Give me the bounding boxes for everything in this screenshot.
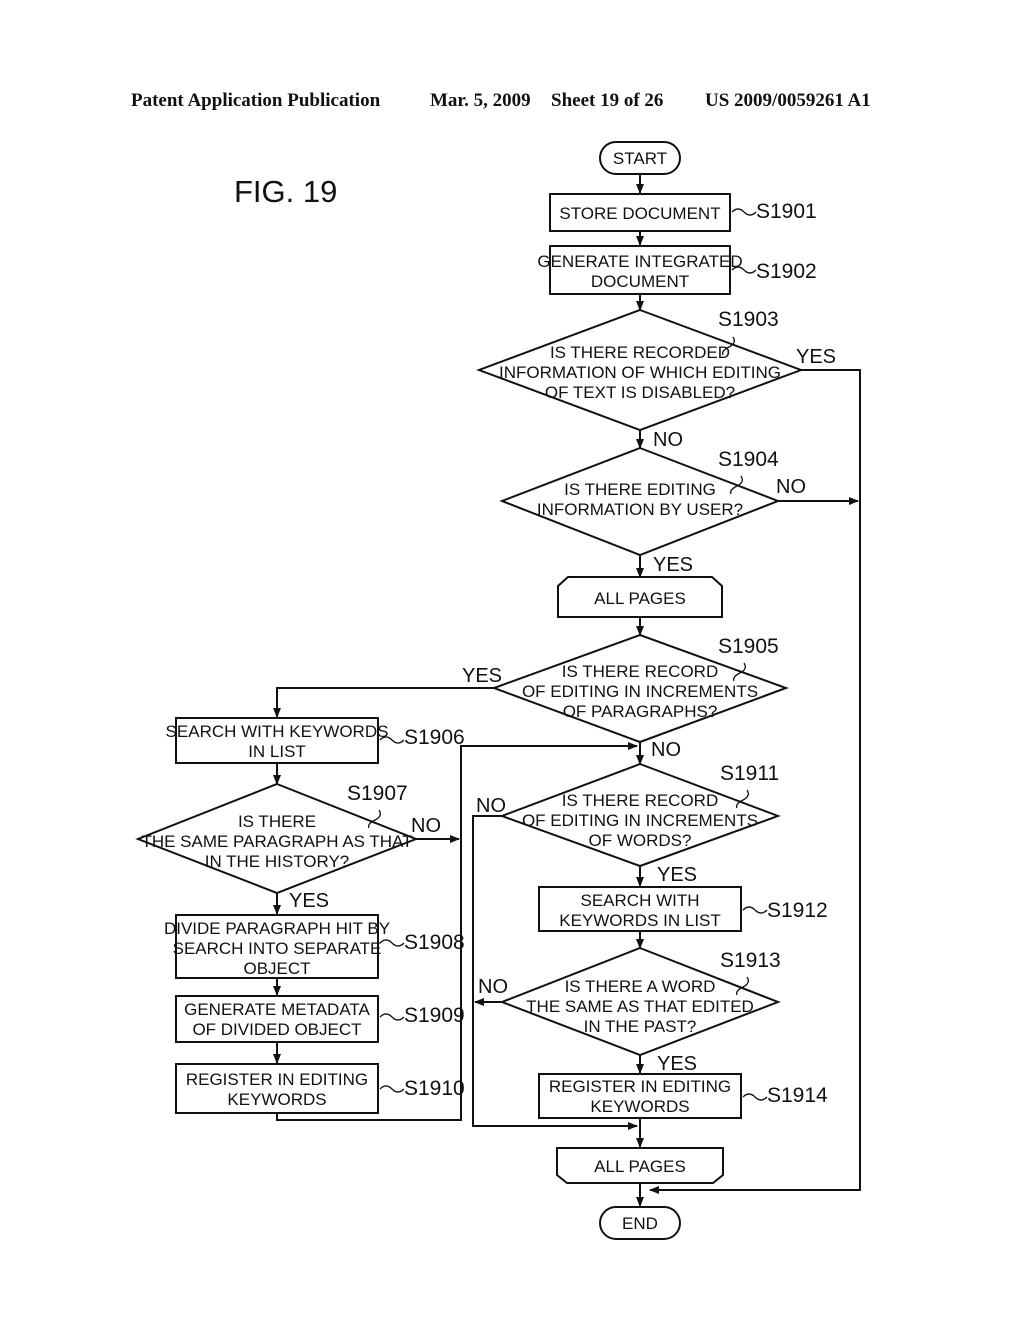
- s1901-text: STORE DOCUMENT: [559, 204, 720, 223]
- branch-s1903-no: NO: [653, 429, 683, 451]
- branch-s1904-no: NO: [776, 476, 806, 498]
- leader-s1910: [379, 1085, 405, 1093]
- leader-s1908: [379, 939, 405, 947]
- branch-s1904-yes: YES: [653, 554, 693, 576]
- step-label-s1908: S1908: [404, 931, 465, 954]
- branch-s1911-no: NO: [476, 795, 506, 817]
- branch-s1903-yes: YES: [796, 346, 836, 368]
- step-label-s1909: S1909: [404, 1004, 465, 1027]
- branch-s1907-yes: YES: [289, 890, 329, 912]
- step-label-s1911: S1911: [720, 762, 779, 785]
- step-label-s1912: S1912: [767, 899, 828, 922]
- flowchart: START STORE DOCUMENT GENERATE INTEGRATED…: [135, 141, 861, 1240]
- loop-start-text: ALL PAGES: [594, 589, 686, 608]
- step-label-s1901: S1901: [756, 200, 817, 223]
- step-label-s1910: S1910: [404, 1077, 465, 1100]
- branch-s1905-yes: YES: [462, 665, 502, 687]
- leader-s1912: [742, 906, 768, 914]
- branch-s1913-no: NO: [478, 976, 508, 998]
- leader-s1914: [742, 1093, 768, 1101]
- edge-s1905-yes: [273, 687, 494, 718]
- step-label-s1902: S1902: [756, 260, 817, 283]
- step-label-s1905: S1905: [718, 635, 779, 658]
- branch-s1905-no: NO: [651, 739, 681, 761]
- branch-s1913-yes: YES: [657, 1053, 697, 1075]
- step-label-s1913: S1913: [720, 949, 781, 972]
- step-label-s1907: S1907: [347, 782, 408, 805]
- step-label-s1903: S1903: [718, 308, 779, 331]
- loop-end-text: ALL PAGES: [594, 1157, 686, 1176]
- branch-s1911-yes: YES: [657, 864, 697, 886]
- s1904-text: IS THERE EDITING INFORMATION BY USER?: [537, 480, 743, 519]
- branch-s1907-no: NO: [411, 815, 441, 837]
- step-label-s1904: S1904: [718, 448, 779, 471]
- leader-s1909: [379, 1013, 405, 1021]
- start-text: START: [613, 149, 667, 168]
- s1909-text: GENERATE METADATA OF DIVIDED OBJECT: [184, 1000, 370, 1039]
- step-label-s1906: S1906: [404, 726, 465, 749]
- s1912-text: SEARCH WITH KEYWORDS IN LIST: [559, 891, 721, 930]
- step-label-s1914: S1914: [767, 1084, 828, 1107]
- leader-s1901: [731, 208, 757, 216]
- end-text: END: [622, 1214, 658, 1233]
